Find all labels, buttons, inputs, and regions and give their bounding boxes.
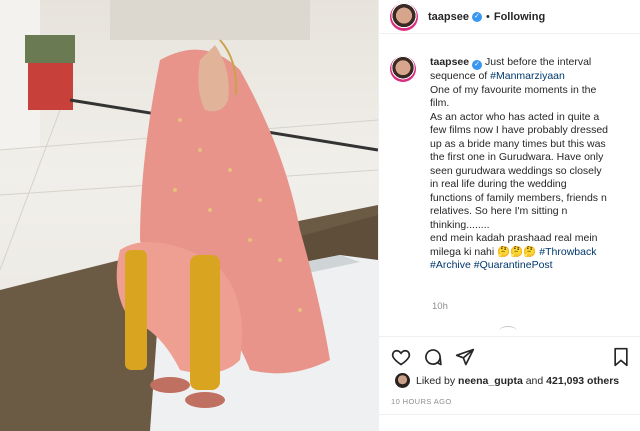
caption-block: taapsee ✓ Just before the interval sequen… — [390, 56, 635, 273]
caption-line: milega ki nahi 🤔🤔🤔 — [430, 245, 537, 258]
likes-summary: Liked by neena_gupta and 421,093 others — [395, 373, 619, 388]
caption-line: in real life during the wedding — [430, 178, 567, 190]
caption-line: functions of family members, friends n — [430, 191, 607, 204]
caption-avatar[interactable] — [390, 56, 416, 82]
post-timestamp[interactable]: 10 HOURS AGO — [391, 397, 452, 406]
post-side-panel: taapsee ✓ • Following taapsee ✓ Just befo… — [378, 0, 640, 431]
flower-pot — [28, 60, 73, 110]
caption-line: seen gurudwara weddings so closely — [430, 164, 602, 177]
post-header: taapsee ✓ • Following — [379, 0, 640, 34]
share-icon[interactable] — [455, 347, 475, 367]
caption-line: Just before the interval — [485, 56, 592, 68]
hashtag-link[interactable]: #Archive — [430, 259, 471, 271]
caption-line: thinking........ — [430, 218, 490, 231]
caption-line: end mein kadah prashaad real mein — [430, 232, 598, 244]
caption-line: few films now I have probably dressed — [430, 124, 609, 136]
verified-badge-icon: ✓ — [471, 11, 482, 22]
caption-line: sequence of — [430, 70, 488, 82]
verified-badge-icon: ✓ — [472, 60, 483, 70]
heart-icon[interactable] — [391, 347, 411, 367]
bride-photo-illustration — [0, 0, 378, 431]
caption-text: taapsee ✓ Just before the interval sequen… — [430, 56, 635, 273]
profile-avatar[interactable] — [390, 2, 418, 31]
plant — [25, 35, 75, 63]
comment-box-divider — [379, 414, 640, 415]
following-button[interactable]: Following — [494, 11, 545, 23]
load-comments-spinner — [499, 326, 517, 336]
liker-avatar[interactable] — [395, 373, 410, 388]
caption-time: 10h — [432, 301, 448, 312]
hashtag-link[interactable]: #Manmarziyaan — [490, 70, 565, 82]
separator-dot: • — [485, 10, 490, 23]
post-photo — [0, 0, 378, 431]
background-wall — [110, 0, 310, 40]
header-username[interactable]: taapsee — [428, 11, 469, 23]
hashtag-link[interactable]: #Throwback — [539, 246, 596, 258]
hashtag-link[interactable]: #QuarantinePost — [474, 259, 553, 271]
caption-line: the first one in Gurudwara. Have only — [430, 151, 604, 163]
foot-right — [185, 392, 225, 408]
caption-line: One of my favourite moments in the — [430, 83, 597, 96]
action-bar — [379, 336, 640, 376]
foot-left — [150, 377, 190, 393]
liker-username[interactable]: neena_gupta — [458, 375, 523, 387]
likes-prefix: Liked by — [416, 374, 456, 387]
likes-count[interactable]: 421,093 others — [546, 375, 619, 387]
caption-line: relatives. So here I'm sitting n — [430, 205, 568, 217]
bookmark-icon[interactable] — [611, 347, 631, 367]
caption-line: As an actor who has acted in quite a — [430, 110, 600, 123]
likes-and: and — [525, 374, 544, 387]
caption-line: film. — [430, 97, 450, 109]
caption-username[interactable]: taapsee — [430, 56, 469, 68]
comment-icon[interactable] — [423, 347, 443, 367]
caption-line: up as a bride many times but this was — [430, 137, 606, 150]
